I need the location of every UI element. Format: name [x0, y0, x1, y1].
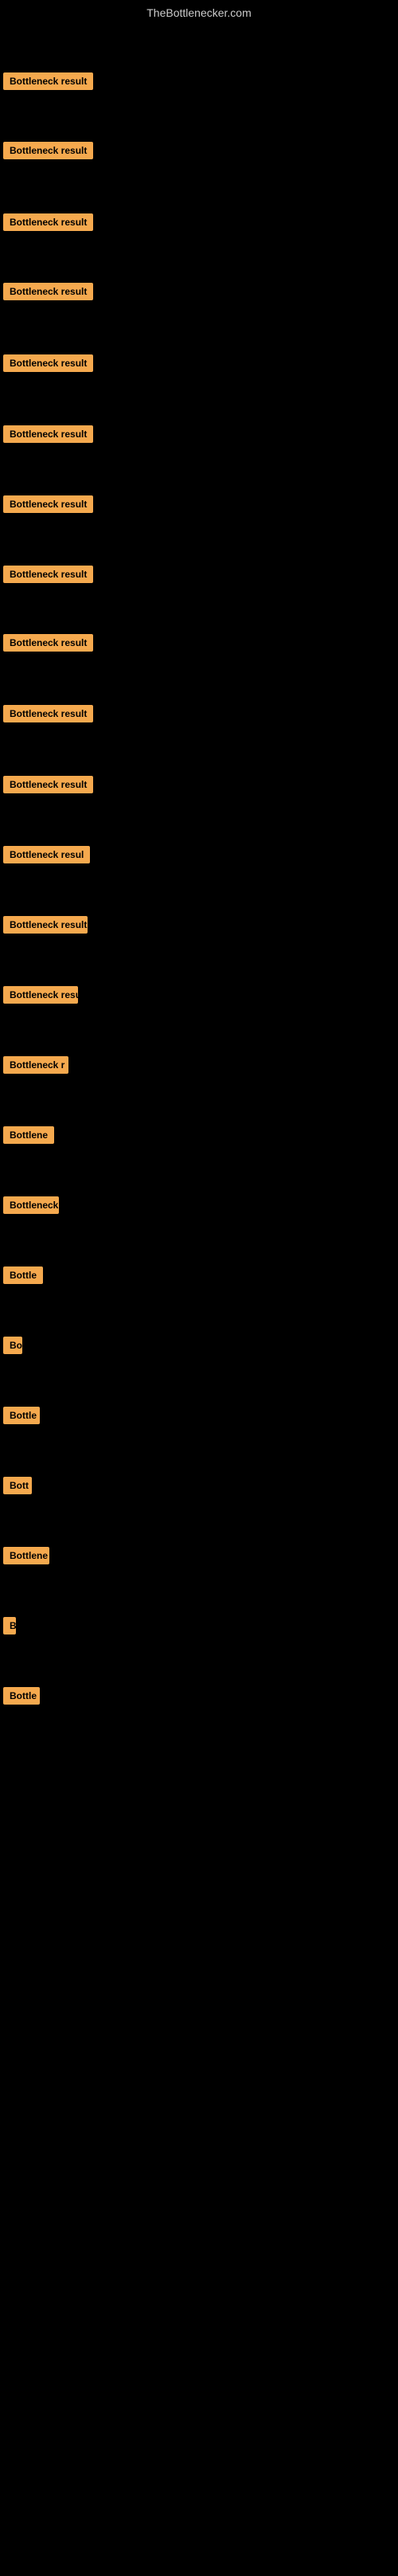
- badge-row-20: Bottle: [3, 1407, 40, 1428]
- badge-row-24: Bottle: [3, 1687, 40, 1709]
- badge-row-6: Bottleneck result: [3, 425, 93, 447]
- badge-row-22: Bottlene: [3, 1547, 49, 1568]
- badge-row-18: Bottle: [3, 1266, 43, 1288]
- bottleneck-badge-14[interactable]: Bottleneck resul: [3, 986, 78, 1004]
- badge-row-2: Bottleneck result: [3, 142, 93, 163]
- badge-row-10: Bottleneck result: [3, 705, 93, 726]
- bottleneck-badge-16[interactable]: Bottlene: [3, 1126, 54, 1144]
- bottleneck-badge-24[interactable]: Bottle: [3, 1687, 40, 1705]
- bottleneck-badge-10[interactable]: Bottleneck result: [3, 705, 93, 722]
- bottleneck-badge-22[interactable]: Bottlene: [3, 1547, 49, 1564]
- badge-row-8: Bottleneck result: [3, 566, 93, 587]
- bottleneck-badge-20[interactable]: Bottle: [3, 1407, 40, 1424]
- badge-row-16: Bottlene: [3, 1126, 54, 1148]
- bottleneck-badge-3[interactable]: Bottleneck result: [3, 213, 93, 231]
- bottleneck-badge-13[interactable]: Bottleneck result: [3, 916, 88, 934]
- badge-row-5: Bottleneck result: [3, 354, 93, 376]
- badge-row-7: Bottleneck result: [3, 495, 93, 517]
- badge-row-14: Bottleneck resul: [3, 986, 78, 1008]
- badge-row-1: Bottleneck result: [3, 72, 93, 94]
- badge-row-11: Bottleneck result: [3, 776, 93, 797]
- bottleneck-badge-23[interactable]: B: [3, 1617, 16, 1634]
- badge-row-15: Bottleneck r: [3, 1056, 68, 1078]
- bottleneck-badge-7[interactable]: Bottleneck result: [3, 495, 93, 513]
- badge-row-13: Bottleneck result: [3, 916, 88, 938]
- badge-row-9: Bottleneck result: [3, 634, 93, 656]
- badge-row-19: Bo: [3, 1337, 22, 1358]
- bottleneck-badge-19[interactable]: Bo: [3, 1337, 22, 1354]
- bottleneck-badge-8[interactable]: Bottleneck result: [3, 566, 93, 583]
- bottleneck-badge-6[interactable]: Bottleneck result: [3, 425, 93, 443]
- bottleneck-badge-15[interactable]: Bottleneck r: [3, 1056, 68, 1074]
- bottleneck-badge-2[interactable]: Bottleneck result: [3, 142, 93, 159]
- bottleneck-badge-11[interactable]: Bottleneck result: [3, 776, 93, 793]
- badge-row-3: Bottleneck result: [3, 213, 93, 235]
- bottleneck-badge-18[interactable]: Bottle: [3, 1266, 43, 1284]
- bottleneck-badge-17[interactable]: Bottleneck: [3, 1196, 59, 1214]
- badge-row-21: Bott: [3, 1477, 32, 1498]
- bottleneck-badge-9[interactable]: Bottleneck result: [3, 634, 93, 652]
- badge-row-17: Bottleneck: [3, 1196, 59, 1218]
- bottleneck-badge-21[interactable]: Bott: [3, 1477, 32, 1494]
- site-title: TheBottlenecker.com: [0, 0, 398, 27]
- bottleneck-badge-12[interactable]: Bottleneck resul: [3, 846, 90, 863]
- badge-row-4: Bottleneck result: [3, 283, 93, 304]
- badge-row-23: B: [3, 1617, 16, 1638]
- badge-row-12: Bottleneck resul: [3, 846, 90, 867]
- bottleneck-badge-4[interactable]: Bottleneck result: [3, 283, 93, 300]
- bottleneck-badge-1[interactable]: Bottleneck result: [3, 72, 93, 90]
- bottleneck-badge-5[interactable]: Bottleneck result: [3, 354, 93, 372]
- badges-container: Bottleneck result Bottleneck result Bottle…: [0, 27, 398, 2576]
